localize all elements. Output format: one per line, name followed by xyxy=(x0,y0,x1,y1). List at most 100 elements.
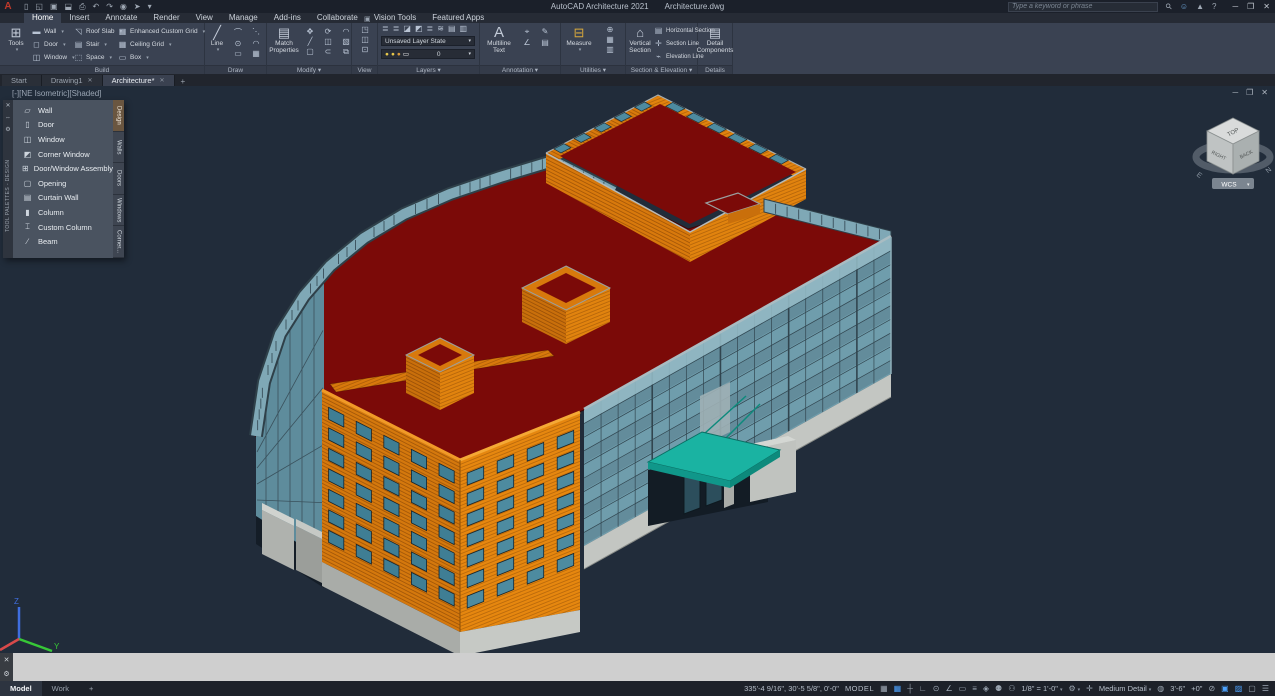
draw-tool-icon[interactable]: ▭ xyxy=(231,49,245,58)
view-tool-icon[interactable]: ◳ xyxy=(358,25,372,34)
vertical-section-button[interactable]: ⌂ VerticalSection xyxy=(627,25,653,54)
utility-tool-icon[interactable]: ▦ xyxy=(603,35,617,44)
layer-tool-icon[interactable]: ▥ xyxy=(460,24,468,33)
palette-tool[interactable]: ∕Beam xyxy=(13,234,113,249)
workspace-switcher-icon[interactable]: ▣ xyxy=(364,15,371,23)
annotation-tool-icon[interactable]: ✎ xyxy=(538,27,552,37)
infer-constraints-icon[interactable]: ┼ xyxy=(907,684,913,693)
qat-icon[interactable]: ▣ xyxy=(50,2,58,12)
layer-tool-icon[interactable]: ◩ xyxy=(415,24,423,33)
app-logo-icon[interactable]: A xyxy=(0,0,16,13)
palette-tool[interactable]: ⌶Custom Column xyxy=(13,220,113,235)
sign-in-icon[interactable]: ☺ xyxy=(1180,2,1188,11)
panel-label-annotation[interactable]: Annotation ▾ xyxy=(480,65,560,74)
tools-button[interactable]: ⊞ Tools xyxy=(4,25,28,54)
modify-tool-icon[interactable]: ▢ xyxy=(303,47,317,57)
qat-icon[interactable]: ◉ xyxy=(120,2,127,12)
display-configuration[interactable]: Medium Detail xyxy=(1099,684,1151,693)
window-control-button[interactable]: ❐ xyxy=(1247,2,1254,11)
palette-tool[interactable]: ▮Column xyxy=(13,205,113,220)
ribbon-tab[interactable]: Insert xyxy=(61,13,97,23)
search-icon[interactable]: ⚲ xyxy=(1164,1,1175,12)
palette-tool[interactable]: ▤Curtain Wall xyxy=(13,191,113,206)
palette-tab[interactable]: Windows xyxy=(113,195,124,227)
modify-tool-icon[interactable]: ╱ xyxy=(303,37,317,46)
modify-tool-icon[interactable]: ◫ xyxy=(321,37,335,46)
panel-label-details[interactable]: Details xyxy=(698,65,732,74)
modify-tool-icon[interactable]: ▧ xyxy=(339,37,353,46)
ribbon-tab[interactable]: Manage xyxy=(221,13,266,23)
doc-window-control-button[interactable]: ✕ xyxy=(1261,88,1268,97)
draw-tool-icon[interactable]: ⋱ xyxy=(249,27,263,38)
palette-strip-icon[interactable]: ✕ xyxy=(5,102,10,111)
layer-tool-icon[interactable]: ≣ xyxy=(393,24,400,33)
layout-tab[interactable]: Model xyxy=(0,681,42,696)
build-tool-button[interactable]: ◫Window xyxy=(32,51,75,64)
palette-tool[interactable]: ◩Corner Window xyxy=(13,147,113,162)
modify-tool-icon[interactable]: ✥ xyxy=(303,27,317,36)
isolate-objects-icon[interactable]: ⊘ xyxy=(1208,684,1215,693)
panel-label-layers[interactable]: Layers ▾ xyxy=(378,65,479,74)
compass-north-label[interactable]: N xyxy=(1265,166,1273,175)
layout-tab[interactable]: + xyxy=(79,681,103,696)
viewport-controls-label[interactable]: [-][NE Isometric][Shaded] xyxy=(12,89,101,98)
utility-tool-icon[interactable]: ▥ xyxy=(603,45,617,54)
match-properties-button[interactable]: ▤ MatchProperties xyxy=(269,25,299,54)
draw-tool-icon[interactable]: ▦ xyxy=(249,49,263,58)
build-tool-button[interactable]: ▭Box xyxy=(118,51,205,64)
annotation-scale[interactable]: 1/8" = 1'-0" xyxy=(1021,684,1062,693)
draw-tool-icon[interactable]: ◠ xyxy=(249,39,263,48)
qat-icon[interactable]: ↷ xyxy=(106,2,113,12)
annotation-visibility-icon[interactable]: ⚉ xyxy=(995,684,1002,693)
wcs-label[interactable]: WCS xyxy=(1221,182,1237,189)
build-tool-button[interactable]: ◹Roof Slab xyxy=(74,25,122,38)
new-tab-button[interactable]: + xyxy=(175,77,192,86)
window-control-button[interactable]: ─ xyxy=(1232,2,1238,11)
palette-tab[interactable]: Corner... xyxy=(113,226,124,258)
graphics-performance-icon[interactable]: ▣ xyxy=(1221,684,1229,693)
search-input[interactable] xyxy=(1008,2,1158,12)
palette-tab[interactable]: Walls xyxy=(113,132,124,164)
palette-strip-icon[interactable]: ⚙ xyxy=(5,126,10,135)
palette-tool[interactable]: ▯Door xyxy=(13,118,113,133)
file-tab[interactable]: Architecture*✕ xyxy=(103,75,175,86)
layer-tool-icon[interactable]: ≋ xyxy=(437,24,444,33)
qat-icon[interactable]: ◱ xyxy=(35,2,43,12)
palette-strip-icon[interactable]: ⇔ xyxy=(5,114,11,123)
multiline-text-button[interactable]: A MultilineText xyxy=(484,25,514,54)
compass-east-label[interactable]: E xyxy=(1195,171,1203,180)
ribbon-tab[interactable]: Home xyxy=(24,13,61,23)
workspace-icon[interactable]: ⚙ xyxy=(1068,684,1080,693)
ribbon-tab[interactable]: Vision Tools xyxy=(366,13,424,23)
drawing-viewport[interactable]: [-][NE Isometric][Shaded] ─❐✕ xyxy=(0,86,1275,653)
build-tool-button[interactable]: ▦Ceiling Grid xyxy=(118,38,205,51)
utility-tool-icon[interactable]: ⊕ xyxy=(603,25,617,34)
doc-window-control-button[interactable]: ─ xyxy=(1232,88,1238,97)
ribbon-tab[interactable]: Annotate xyxy=(97,13,145,23)
crosshair-icon[interactable]: ✛ xyxy=(1086,684,1093,693)
qat-icon[interactable]: ⎙ xyxy=(79,2,85,12)
file-tab[interactable]: Drawing1✕ xyxy=(42,75,103,86)
coordinates[interactable]: 335'-4 9/16", 30'-5 5/8", 0'-0" xyxy=(744,684,839,693)
panel-label-build[interactable]: Build xyxy=(0,65,204,74)
build-tool-button[interactable]: ◻Door xyxy=(32,38,75,51)
ortho-mode-icon[interactable]: ∟ xyxy=(919,684,927,693)
build-tool-button[interactable]: ▤Stair xyxy=(74,38,122,51)
app-store-icon[interactable]: ▲ xyxy=(1196,2,1204,11)
palette-tool[interactable]: ▱Wall xyxy=(13,103,113,118)
view-tool-icon[interactable]: ◫ xyxy=(358,35,372,44)
panel-label-utilities[interactable]: Utilities ▾ xyxy=(561,65,625,74)
layer-tool-icon[interactable]: ◪ xyxy=(403,24,411,33)
layer-tool-icon[interactable]: ≣ xyxy=(382,24,389,33)
3d-object-snap-icon[interactable]: ◈ xyxy=(983,684,989,693)
snap-mode-icon[interactable]: ▦ xyxy=(894,684,902,693)
measure-button[interactable]: ⊟ Measure xyxy=(565,25,593,54)
view-cube[interactable]: TOP RIGHT BACK E N WCS ▾ xyxy=(1195,118,1273,189)
modify-tool-icon[interactable]: ◠ xyxy=(339,27,353,36)
layer-tool-icon[interactable]: ▤ xyxy=(448,24,456,33)
build-tool-button[interactable]: ▬Wall xyxy=(32,25,75,38)
ribbon-tab[interactable]: Render xyxy=(145,13,187,23)
line-button[interactable]: ╱ Line xyxy=(207,25,227,54)
layout-tab[interactable]: Work xyxy=(42,681,79,696)
palette-tab[interactable]: Design xyxy=(113,100,124,132)
